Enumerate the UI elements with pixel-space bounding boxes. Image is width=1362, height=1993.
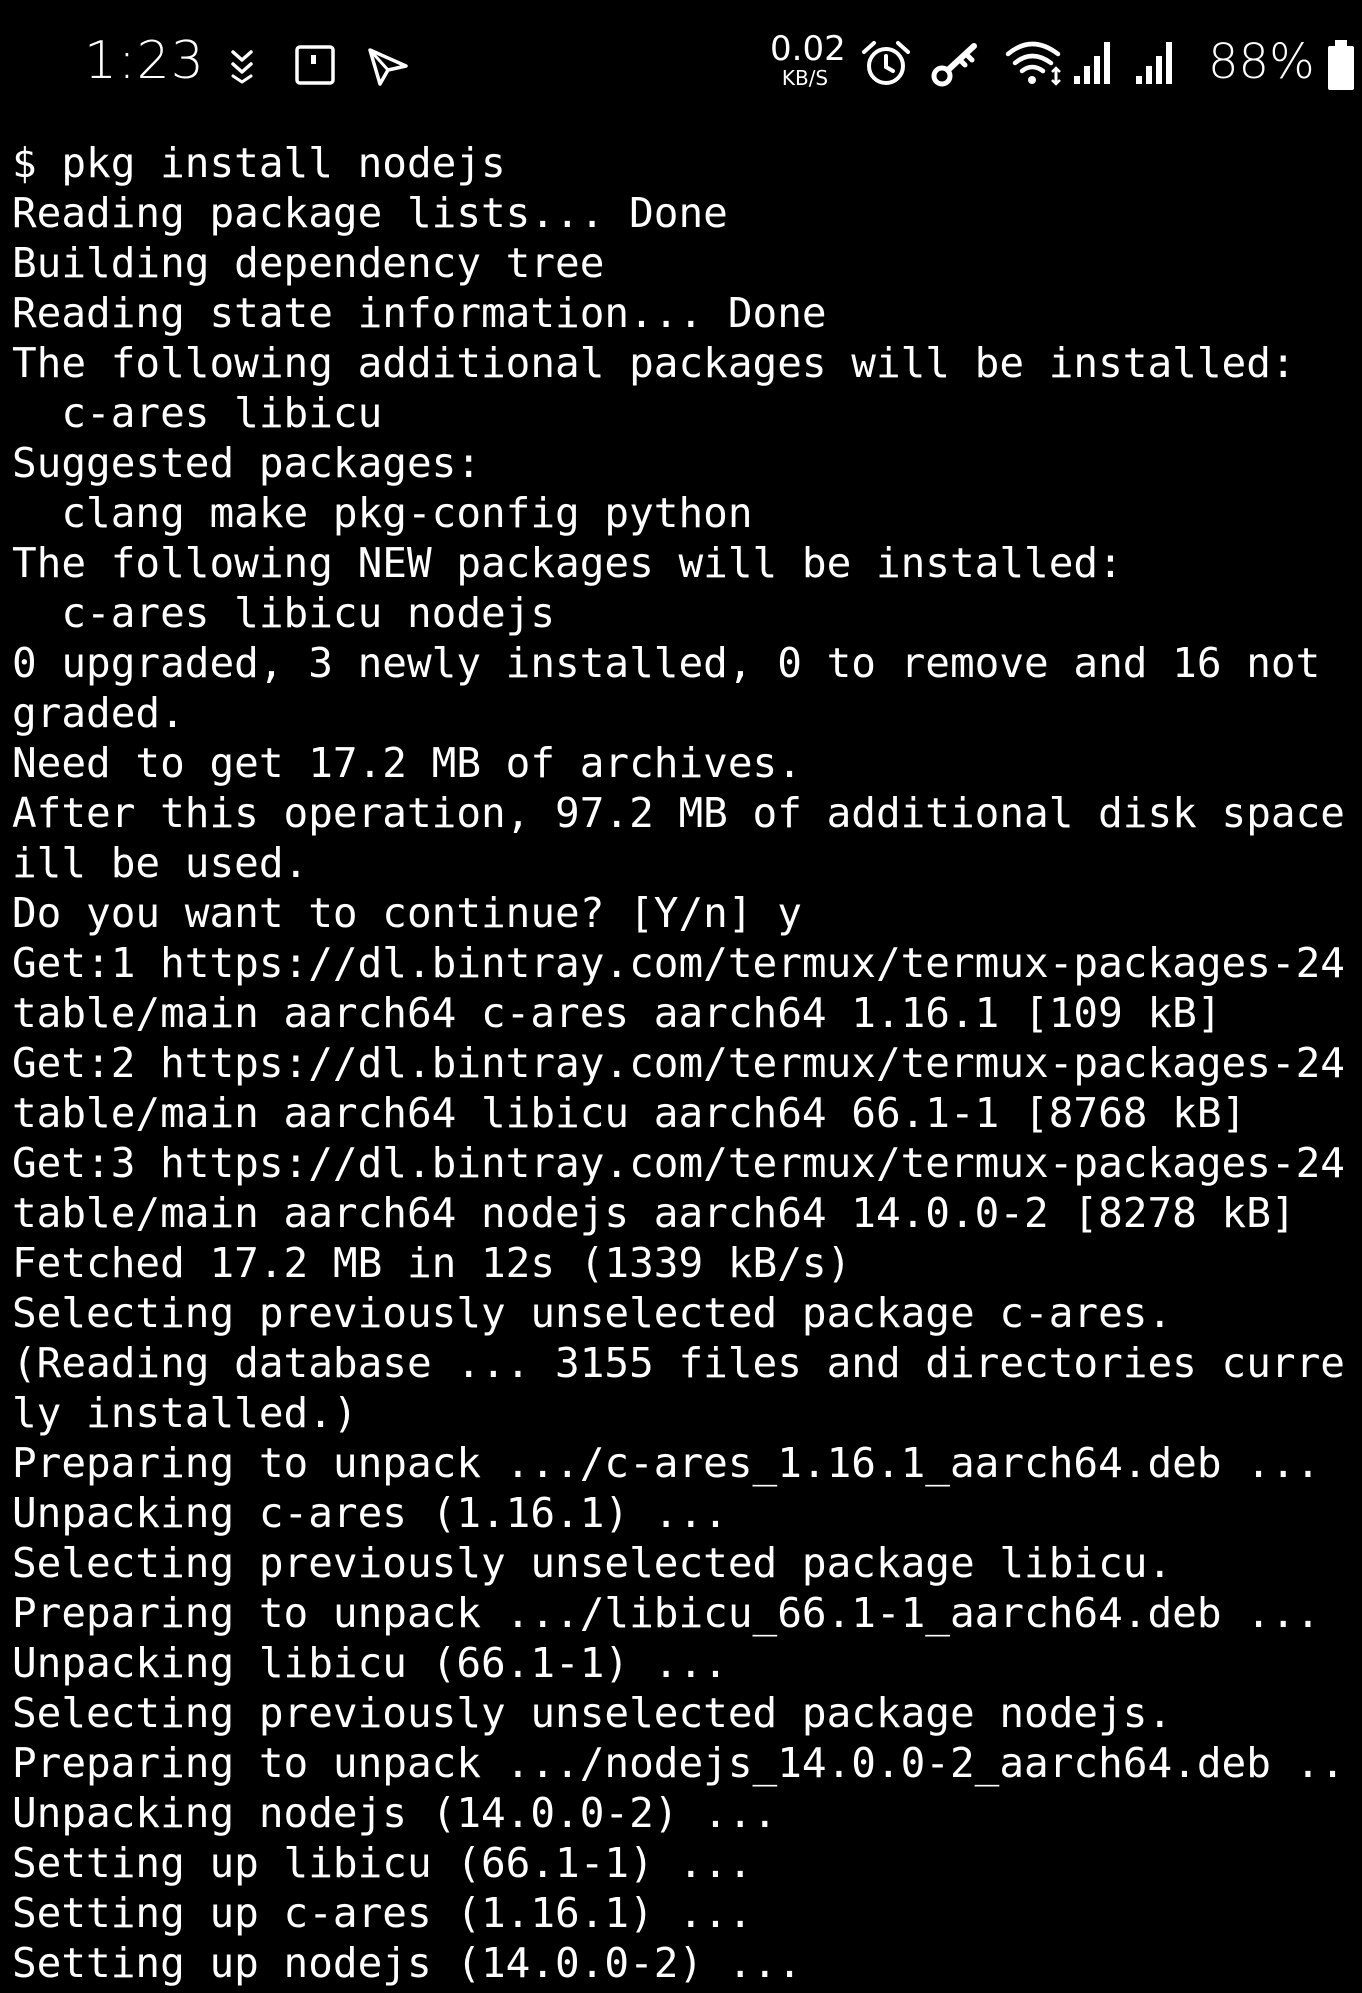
battery-icon <box>1328 40 1354 90</box>
terminal-line: table/main aarch64 c-ares aarch64 1.16.1… <box>12 989 1222 1037</box>
terminal-line: Preparing to unpack .../libicu_66.1-1_aa… <box>12 1589 1321 1637</box>
terminal-line: Get:2 https://dl.bintray.com/termux/term… <box>12 1039 1345 1087</box>
network-speed-unit: KB/S <box>781 66 829 90</box>
terminal-line: Setting up nodejs (14.0.0-2) ... <box>12 1939 802 1987</box>
terminal-line: Preparing to unpack .../c-ares_1.16.1_aa… <box>12 1439 1321 1487</box>
network-speed: 0.02 KB/S <box>770 29 846 90</box>
terminal-line: After this operation, 97.2 MB of additio… <box>12 789 1345 837</box>
terminal-line: graded. <box>12 689 185 737</box>
terminal-output[interactable]: $ pkg install nodejs Reading package list… <box>12 138 1362 1993</box>
terminal-line: Setting up libicu (66.1-1) ... <box>12 1839 753 1887</box>
status-time: 1:23 <box>84 31 205 91</box>
terminal-line: Unpacking libicu (66.1-1) ... <box>12 1639 728 1687</box>
terminal-line: Selecting previously unselected package … <box>12 1689 1173 1737</box>
signal-icon <box>1074 42 1110 84</box>
terminal-line: (Reading database ... 3155 files and dir… <box>12 1339 1345 1387</box>
terminal-line: Get:3 https://dl.bintray.com/termux/term… <box>12 1139 1345 1187</box>
terminal-line: ly installed.) <box>12 1389 358 1437</box>
terminal-line: Fetched 17.2 MB in 12s (1339 kB/s) <box>12 1239 852 1287</box>
terminal-line: $ pkg install nodejs <box>12 139 506 187</box>
terminal-line: table/main aarch64 libicu aarch64 66.1-1… <box>12 1089 1247 1137</box>
terminal-line: Reading state information... Done <box>12 289 827 337</box>
terminal-line: Suggested packages: <box>12 439 481 487</box>
terminal-line: Reading package lists... Done <box>12 189 728 237</box>
terminal-line: c-ares libicu <box>12 389 383 437</box>
terminal-line: Unpacking c-ares (1.16.1) ... <box>12 1489 728 1537</box>
terminal-line: Selecting previously unselected package … <box>12 1289 1173 1337</box>
alarm-icon <box>862 41 910 85</box>
battery-percent: 88% <box>1208 34 1315 90</box>
location-arrow-icon <box>368 48 408 86</box>
signal-icon <box>1136 42 1172 84</box>
terminal-line: clang make pkg-config python <box>12 489 753 537</box>
terminal-line: The following additional packages will b… <box>12 339 1296 387</box>
terminal-line: Unpacking nodejs (14.0.0-2) ... <box>12 1789 778 1837</box>
wifi-icon <box>1005 41 1061 86</box>
terminal-line: Get:1 https://dl.bintray.com/termux/term… <box>12 939 1345 987</box>
terminal-line: Setting up c-ares (1.16.1) ... <box>12 1889 753 1937</box>
terminal-line: The following NEW packages will be insta… <box>12 539 1123 587</box>
terminal-line: Building dependency tree <box>12 239 605 287</box>
status-bar: 1:23 0.02 KB/S 88% <box>0 0 1362 130</box>
terminal-line: table/main aarch64 nodejs aarch64 14.0.0… <box>12 1189 1296 1237</box>
screenshot-icon <box>295 45 335 85</box>
terminal-line: Selecting previously unselected package … <box>12 1539 1173 1587</box>
vpn-key-icon <box>931 43 977 87</box>
terminal-line: Preparing to unpack .../nodejs_14.0.0-2_… <box>12 1739 1345 1787</box>
network-speed-value: 0.02 <box>770 29 846 69</box>
terminal-line: ill be used. <box>12 839 309 887</box>
terminal-line: 0 upgraded, 3 newly installed, 0 to remo… <box>12 639 1321 687</box>
terminal-line: Do you want to continue? [Y/n] y <box>12 889 802 937</box>
double-chevron-down-icon <box>231 50 253 84</box>
terminal-line: Need to get 17.2 MB of archives. <box>12 739 802 787</box>
terminal-line: c-ares libicu nodejs <box>12 589 556 637</box>
